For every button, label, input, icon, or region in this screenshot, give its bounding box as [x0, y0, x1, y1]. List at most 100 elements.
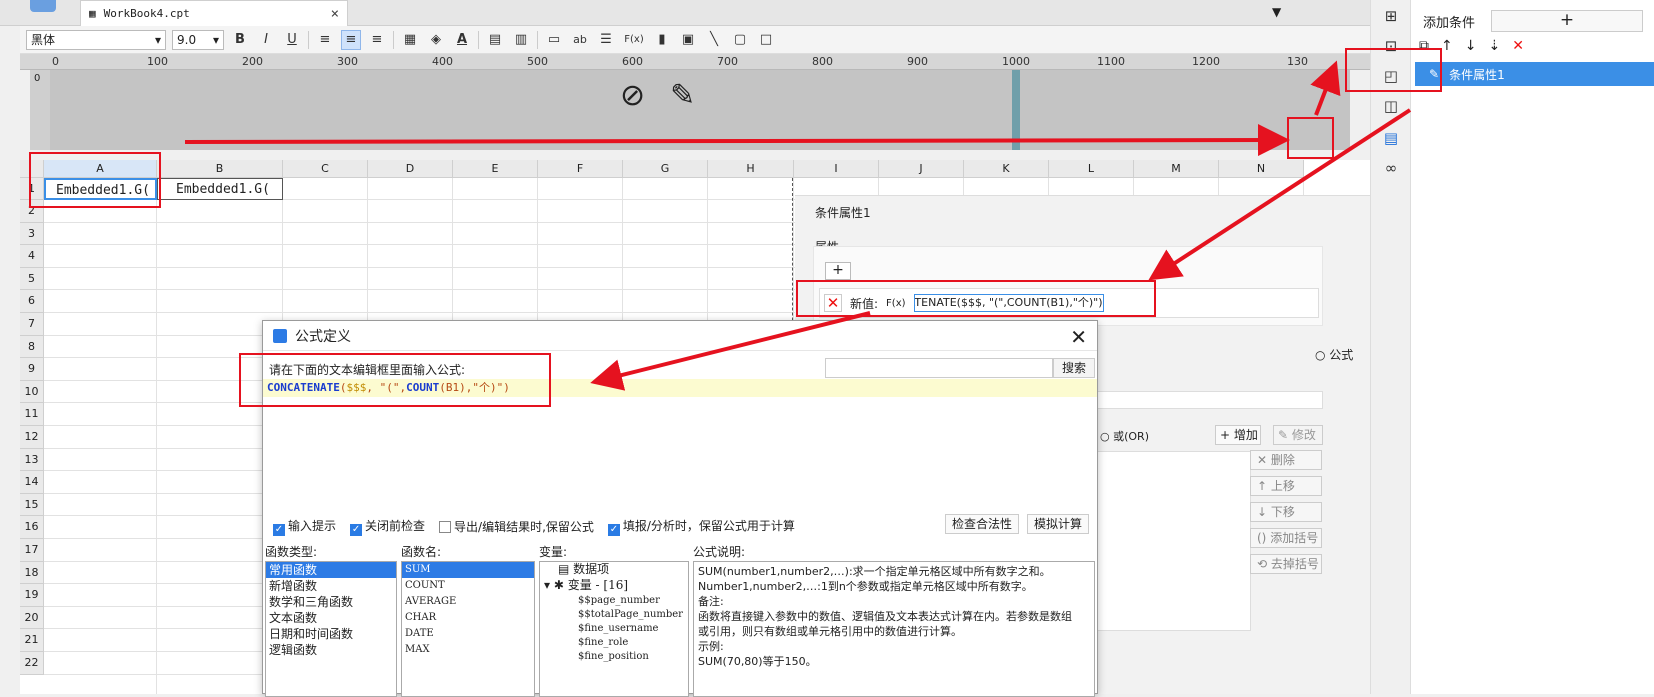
pencil-icon[interactable]: ✎ [670, 78, 695, 113]
add-button[interactable]: + 增加 [1215, 425, 1261, 445]
fill-color-icon[interactable]: ◈ [426, 30, 446, 50]
row-header[interactable]: 1 [20, 178, 44, 200]
row-header[interactable]: 21 [20, 629, 44, 652]
font-color-icon[interactable]: A [452, 30, 472, 50]
tree-item[interactable]: $fine_role [540, 636, 688, 650]
checkbox-export-keep[interactable]: 导出/编辑结果时,保留公式 [439, 518, 594, 535]
row-header[interactable]: 5 [20, 267, 44, 291]
column-header[interactable]: A [44, 160, 157, 178]
tree-item[interactable]: $$totalPage_number [540, 608, 688, 622]
tab-workbook[interactable]: ▦ WorkBook4.cpt × [80, 0, 348, 26]
list-item[interactable]: MAX [402, 642, 534, 658]
richtext-icon[interactable]: ☰ [596, 30, 616, 50]
list-item[interactable]: CHAR [402, 610, 534, 626]
list-item[interactable]: 文本函数 [266, 610, 396, 626]
row-header[interactable]: 9 [20, 358, 44, 381]
search-button[interactable]: 搜索 [1053, 358, 1095, 378]
modify-button[interactable]: ✎ 修改 [1273, 425, 1323, 445]
row-header[interactable]: 19 [20, 584, 44, 607]
column-header[interactable]: D [368, 160, 453, 178]
bold-button[interactable]: B [230, 30, 250, 50]
new-value-input[interactable]: CONCATENATE($$$, "(",COUNT(B1),"个)") [913, 294, 1104, 312]
function-type-list[interactable]: 常用函数 新增函数 数学和三角函数 文本函数 日期和时间函数 逻辑函数 [265, 561, 397, 697]
cell-attr-icon[interactable]: ⊞ [1381, 6, 1401, 26]
formula-editor[interactable]: CONCATENATE($$$, "(",COUNT(B1),"个)") [263, 379, 1097, 397]
font-family-select[interactable]: 黑体 ▾ [26, 29, 166, 50]
merge-icon[interactable]: ▤ [485, 30, 505, 50]
border-icon[interactable]: ▦ [400, 30, 420, 50]
list-item[interactable]: COUNT [402, 578, 534, 594]
row-header[interactable]: 10 [20, 380, 44, 404]
add-attribute-button[interactable]: + [825, 262, 851, 280]
list-item[interactable]: 逻辑函数 [266, 642, 396, 658]
app-logo[interactable] [30, 0, 56, 12]
row-header[interactable]: 12 [20, 426, 44, 449]
column-header[interactable]: F [538, 160, 623, 178]
row-header[interactable]: 4 [20, 245, 44, 268]
tree-item[interactable]: $fine_username [540, 622, 688, 636]
checkbox-input-hint[interactable]: ✓ 输入提示 [273, 517, 336, 536]
delete-icon[interactable]: ✕ [1512, 38, 1524, 54]
align-center-icon[interactable]: ≡ [341, 29, 361, 50]
row-header[interactable]: 17 [20, 539, 44, 562]
row-header[interactable]: 7 [20, 313, 44, 336]
insert-field-icon[interactable]: ▭ [544, 30, 564, 50]
column-header[interactable]: N [1219, 160, 1304, 178]
unmerge-icon[interactable]: ▥ [511, 30, 531, 50]
move-down-icon[interactable]: ↓ [1465, 38, 1477, 54]
list-item[interactable]: 日期和时间函数 [266, 626, 396, 642]
list-item[interactable]: 常用函数 [266, 562, 396, 578]
formula-icon[interactable]: F(x) [622, 30, 646, 50]
add-bracket-button[interactable]: () 添加括号 [1250, 528, 1322, 548]
condition-item[interactable]: ✎ 条件属性1 [1415, 62, 1654, 86]
condition-list[interactable] [1095, 451, 1251, 631]
list-item[interactable]: AVERAGE [402, 594, 534, 610]
cell-b1[interactable]: Embedded1.G( [157, 178, 283, 200]
row-header[interactable]: 13 [20, 448, 44, 472]
column-header[interactable]: C [283, 160, 368, 178]
check-validity-button[interactable]: 检查合法性 [945, 514, 1019, 534]
row-header[interactable]: 20 [20, 606, 44, 630]
list-item[interactable]: SUM [402, 562, 534, 578]
radio-formula[interactable]: ○ 公式 [1315, 346, 1353, 363]
slash-icon[interactable]: ╲ [704, 30, 724, 50]
row-header[interactable]: 3 [20, 222, 44, 246]
row-header[interactable]: 6 [20, 290, 44, 313]
tab-menu-icon[interactable]: ▼ [1272, 5, 1281, 19]
tree-item-data[interactable]: ▤ 数据项 [540, 562, 688, 578]
add-condition-button[interactable]: + [1491, 10, 1643, 32]
grid-corner[interactable] [20, 160, 44, 178]
row-header[interactable]: 16 [20, 516, 44, 539]
cell-a1[interactable]: Embedded1.G( [44, 178, 157, 200]
list-item[interactable]: DATE [402, 626, 534, 642]
column-header[interactable]: G [623, 160, 708, 178]
widget-attr-icon[interactable]: ⊡ [1381, 36, 1401, 56]
underline-button[interactable]: U [282, 30, 302, 50]
tree-item[interactable]: $$page_number [540, 594, 688, 608]
align-right-icon[interactable]: ≡ [367, 30, 387, 50]
row-header[interactable]: 22 [20, 652, 44, 675]
font-size-select[interactable]: 9.0 ▾ [172, 29, 224, 50]
close-tab-icon[interactable]: × [331, 6, 339, 22]
row-header[interactable]: 14 [20, 471, 44, 494]
column-header[interactable]: B [157, 160, 283, 178]
frame-icon[interactable]: □ [756, 30, 776, 50]
move-up-button[interactable]: ↑ 上移 [1250, 476, 1322, 496]
list-item[interactable]: 数学和三角函数 [266, 594, 396, 610]
delete-button[interactable]: ✕ 删除 [1250, 450, 1322, 470]
column-header[interactable]: J [879, 160, 964, 178]
row-header[interactable]: 8 [20, 335, 44, 359]
column-header[interactable]: I [794, 160, 879, 178]
column-header[interactable]: H [708, 160, 794, 178]
fx-icon[interactable]: F(x) [886, 298, 905, 309]
condition-attr-icon[interactable]: ▤ [1381, 128, 1401, 148]
style-icon[interactable]: ◰ [1381, 66, 1401, 86]
subreport-icon[interactable]: ▢ [730, 30, 750, 50]
checkbox-close-check[interactable]: ✓ 关闭前检查 [350, 517, 425, 536]
remove-attribute-icon[interactable]: ✕ [824, 294, 842, 312]
chart-icon[interactable]: ▮ [652, 30, 672, 50]
column-header[interactable]: E [453, 160, 538, 178]
value-field[interactable] [1095, 391, 1323, 409]
tree-item-variables[interactable]: ▾ ✱ 变量 - [16] [540, 578, 688, 594]
tree-item[interactable]: $fine_position [540, 650, 688, 664]
